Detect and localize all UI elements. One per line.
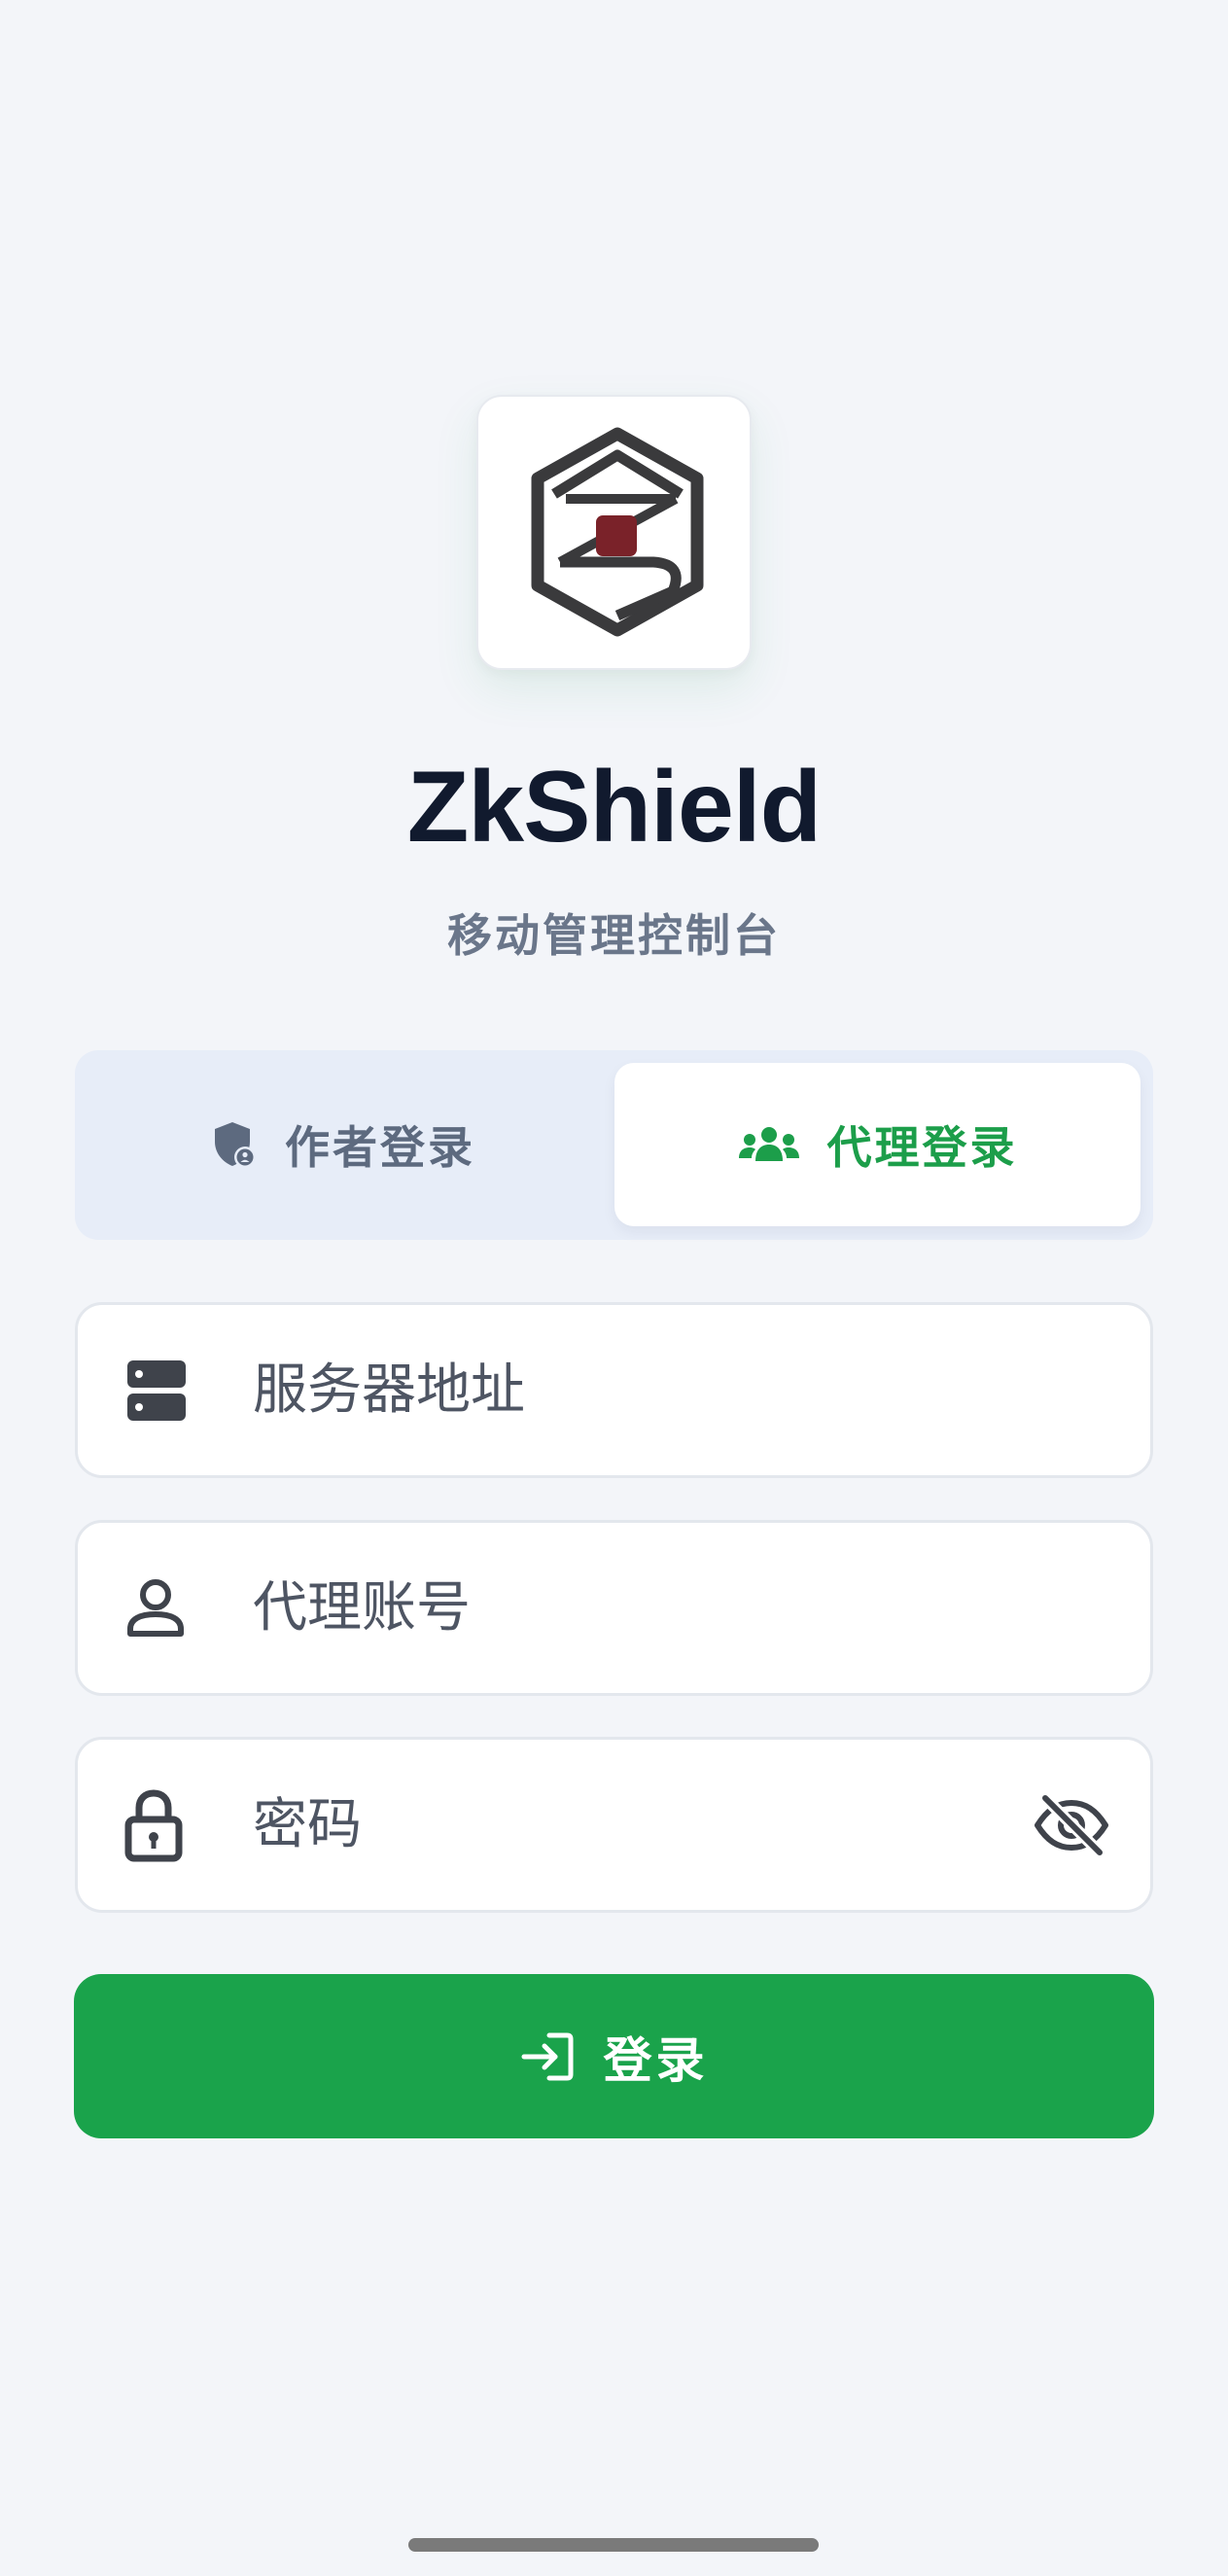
password-input[interactable]	[253, 1769, 1079, 1881]
home-indicator[interactable]	[408, 2538, 819, 2552]
login-type-tabs: 作者登录 代理登录	[75, 1050, 1153, 1240]
login-arrow-icon	[520, 2031, 575, 2082]
shield-user-icon	[213, 1120, 258, 1169]
agent-account-input[interactable]	[253, 1552, 1079, 1664]
eye-off-icon[interactable]	[1034, 1792, 1109, 1858]
login-button-label: 登录	[603, 2031, 709, 2089]
users-group-icon	[738, 1126, 800, 1163]
tab-author-login[interactable]: 作者登录	[75, 1063, 614, 1226]
server-icon	[124, 1359, 189, 1423]
zkshield-logo-icon	[531, 427, 704, 637]
user-icon	[124, 1578, 187, 1639]
tab-author-label: 作者登录	[285, 1121, 475, 1174]
tab-agent-label: 代理登录	[826, 1121, 1018, 1174]
app-subtitle: 移动管理控制台	[447, 909, 781, 962]
tab-agent-login[interactable]: 代理登录	[614, 1063, 1140, 1226]
password-field	[75, 1737, 1153, 1913]
login-screen: ZkShield 移动管理控制台 作者登录 代理登录 服务器地址 代理账号 登录	[0, 0, 1228, 2576]
agent-account-field	[75, 1520, 1153, 1696]
login-button[interactable]: 登录	[74, 1974, 1154, 2138]
server-address-input[interactable]	[253, 1334, 1079, 1446]
app-logo	[476, 395, 752, 670]
lock-icon	[124, 1788, 183, 1862]
server-address-field	[75, 1302, 1153, 1478]
app-title: ZkShield	[406, 751, 822, 864]
